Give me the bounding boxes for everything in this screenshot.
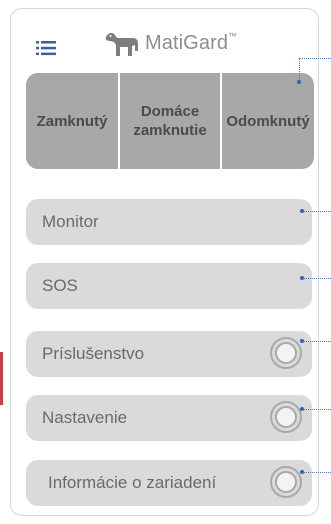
ring-status-icon (270, 337, 302, 369)
accessories-label: Príslušenstvo (42, 344, 145, 363)
mode-locked-button[interactable]: Zamknutý (26, 73, 118, 169)
callout-line (302, 211, 331, 212)
device-info-button[interactable]: Informácie o zariadení (26, 460, 312, 506)
left-edge-accent (0, 352, 3, 405)
callout-line (302, 278, 331, 279)
ring-status-icon (270, 401, 302, 433)
brand-name: MatiGard (145, 31, 229, 54)
device-info-label: Informácie o zariadení (48, 473, 217, 492)
accessories-button[interactable]: Príslušenstvo (26, 331, 312, 377)
sos-button[interactable]: SOS (26, 263, 312, 309)
settings-button[interactable]: Nastavenie (26, 395, 312, 441)
brand-logo: MatiGard ™ (104, 28, 237, 58)
callout-line (302, 409, 331, 410)
mode-home-lock-button[interactable]: Domáce zamknutie (118, 73, 220, 169)
mode-unlocked-button[interactable]: Odomknutý (220, 73, 314, 169)
sos-label: SOS (42, 276, 78, 295)
callout-line (299, 58, 331, 59)
callout-line (302, 472, 331, 473)
monitor-button[interactable]: Monitor (26, 199, 312, 245)
mode-selector: Zamknutý Domáce zamknutie Odomknutý (26, 73, 314, 169)
callout-line (299, 58, 300, 82)
dog-logo-icon (105, 32, 138, 56)
ring-status-icon (270, 466, 302, 498)
trademark-symbol: ™ (228, 31, 238, 41)
settings-label: Nastavenie (42, 408, 128, 427)
hamburger-list-icon[interactable] (36, 40, 56, 56)
callout-line (302, 341, 331, 342)
monitor-label: Monitor (42, 212, 99, 231)
